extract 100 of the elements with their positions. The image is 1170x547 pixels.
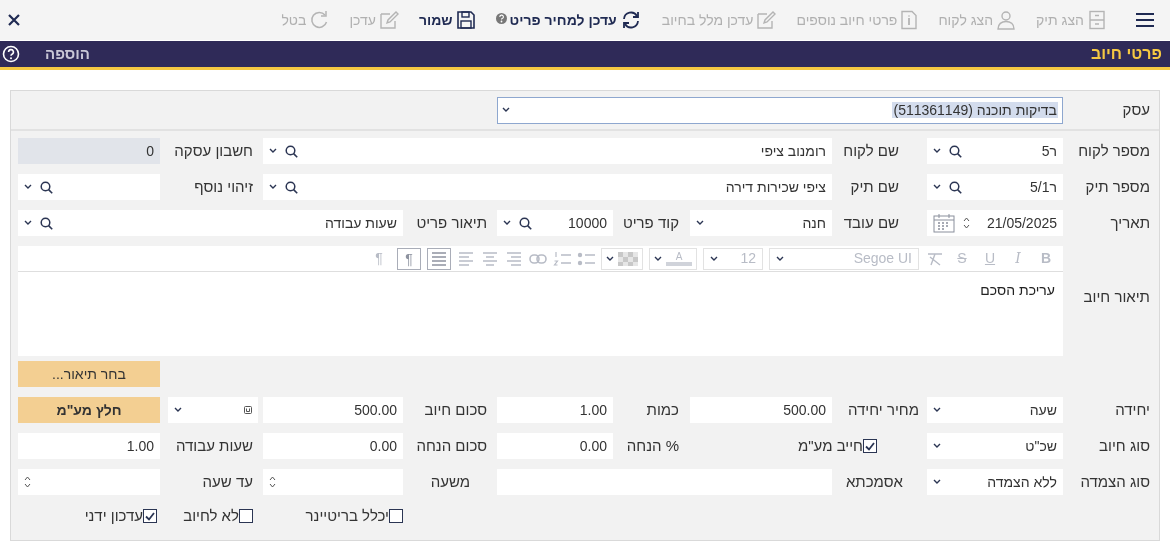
save-icon [455, 10, 476, 30]
checkbox[interactable] [389, 509, 403, 524]
edit-icon [378, 10, 399, 30]
input-field[interactable]: 1.00 [497, 397, 613, 423]
input-field[interactable]: 0.00 [497, 433, 613, 459]
chevron-down-icon [24, 220, 32, 226]
chevron-down-icon [776, 255, 784, 262]
align-right-icon[interactable] [505, 250, 523, 267]
chevron-down-icon [269, 184, 277, 190]
chevron-down-icon [269, 148, 277, 154]
dropdown-field[interactable]: שעה [927, 397, 1063, 423]
chevron-down-icon [654, 255, 662, 262]
time-field[interactable] [18, 469, 160, 495]
field-label: קוד פריט [621, 212, 680, 233]
chevron-down-icon [933, 184, 941, 190]
lookup-field[interactable]: ציפי שכירות דירה [263, 174, 832, 200]
mode-label: הוספה [45, 43, 90, 64]
search-icon [285, 144, 298, 158]
justify-icon[interactable] [427, 247, 451, 270]
toolbar-button[interactable]: שמור [418, 9, 476, 31]
checkbox[interactable] [239, 509, 253, 524]
field-label: סוג חיוב [1098, 435, 1150, 456]
field-label: כמות [645, 399, 680, 420]
field-label: עסק [1121, 99, 1150, 120]
dropdown-field[interactable]: בדיקות תוכנה (511361149) [497, 96, 1063, 124]
align-center-icon[interactable] [481, 250, 499, 267]
chevron-down-icon [502, 107, 510, 113]
field-label: מספר תיק [1084, 176, 1150, 197]
clear-format-icon[interactable] [925, 250, 945, 267]
time-field[interactable] [263, 469, 403, 495]
action-button[interactable]: חלץ מע"מ [18, 397, 160, 423]
lookup-field[interactable]: ר5 [927, 138, 1063, 164]
check-icon [865, 441, 875, 451]
chevron-down-icon [933, 148, 941, 154]
info-document-icon [900, 10, 919, 30]
input-field[interactable]: 500.00 [690, 397, 832, 423]
input-field[interactable]: 1.00 [18, 433, 160, 459]
link-icon[interactable] [529, 252, 547, 265]
lookup-field[interactable]: ר5/1 [927, 174, 1063, 200]
checkbox-label: לא לחיוב [183, 506, 239, 526]
field-label: שם לקוח [842, 140, 900, 161]
help-icon[interactable] [2, 45, 20, 63]
search-icon [40, 180, 53, 194]
field-label: עד שעה [201, 471, 254, 492]
field-label: אסמכתא [844, 471, 904, 492]
spinner-arrows-icon [963, 216, 970, 230]
chevron-down-icon [933, 479, 941, 485]
checker-icon [618, 251, 638, 266]
field-label: סכום חיוב [423, 399, 488, 420]
cabinet-icon [1087, 10, 1107, 30]
editor-text: עריכת הסכם [979, 281, 1056, 300]
dropdown-field[interactable]: ללא הצמדה [927, 469, 1063, 495]
checkbox[interactable] [143, 509, 157, 524]
lookup-field[interactable]: שעות עבודה [18, 210, 403, 236]
numbered-list-icon[interactable] [553, 250, 571, 267]
field-label: תיאור פריט [415, 212, 488, 233]
field-label: חשבון עסקה [173, 140, 254, 161]
lookup-field[interactable]: רומנוב ציפי [263, 138, 832, 164]
search-icon [40, 216, 53, 230]
dropdown-field[interactable]: חנה [690, 210, 832, 236]
page-title: פרטי חיוב [1090, 44, 1162, 64]
lookup-field[interactable] [18, 174, 160, 200]
chevron-down-icon [933, 407, 941, 413]
chevron-down-icon [503, 220, 511, 226]
input-field[interactable]: 500.00 [263, 397, 403, 423]
field-label: תיאור חיוב [1082, 287, 1150, 307]
field-label: משעה [429, 471, 471, 492]
chevron-down-icon [710, 255, 718, 262]
date-field[interactable]: 21/05/2025 [927, 210, 1063, 236]
field-label: סוג הצמדה [1079, 471, 1150, 492]
chevron-down-icon [606, 255, 614, 262]
search-icon [949, 144, 962, 158]
help-icon [495, 12, 507, 24]
readonly-field[interactable]: 0 [18, 138, 160, 164]
field-label: % הנחה [625, 435, 680, 456]
checkbox-label: חייב מע"מ [797, 435, 863, 456]
checkbox[interactable] [863, 439, 877, 453]
close-icon[interactable] [8, 14, 20, 26]
align-left-icon[interactable] [457, 250, 475, 267]
calendar-icon [933, 213, 955, 233]
input-field[interactable]: 0.00 [263, 433, 403, 459]
checkbox-label: עדכון ידני [84, 506, 143, 526]
field-label: זיהוי נוסף [193, 176, 254, 197]
search-icon [949, 180, 962, 194]
lookup-field[interactable]: 10000 [497, 210, 613, 236]
search-icon [285, 180, 298, 194]
background-color-button[interactable] [601, 247, 643, 270]
toolbar-button[interactable]: עדכן למחיר פריט [495, 9, 642, 31]
field-label: שם עובד [842, 212, 900, 233]
action-button[interactable]: בחר תיאור... [18, 361, 160, 387]
dropdown-field[interactable]: שכ"ט [927, 433, 1063, 459]
chevron-down-icon [933, 443, 941, 449]
field-label: מחיר יחידה [847, 399, 920, 420]
field-label: סכום הנחה [415, 435, 488, 456]
menu-icon[interactable] [1135, 12, 1155, 28]
edit-icon [756, 10, 777, 30]
search-icon [519, 216, 532, 230]
bullet-list-icon[interactable] [577, 251, 595, 266]
currency-dropdown[interactable] [168, 397, 258, 423]
check-icon [145, 511, 155, 521]
